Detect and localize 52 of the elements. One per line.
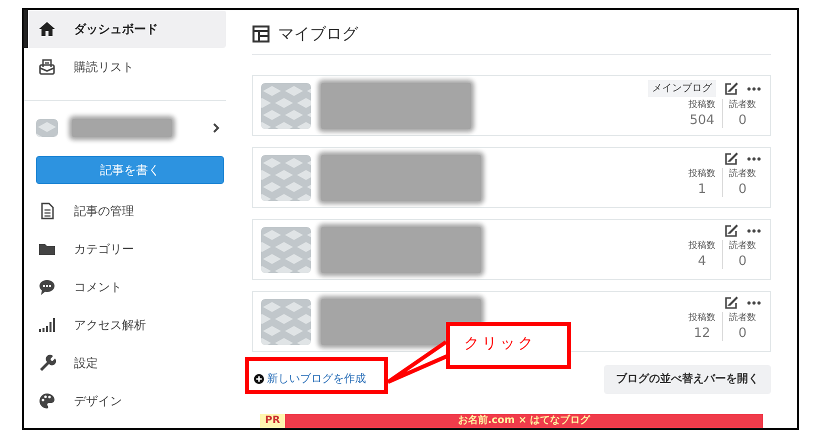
stat-label: 投稿数 [688,312,716,325]
stat-label: 投稿数 [688,99,716,112]
stat-value: 0 [738,326,747,342]
wrench-icon [38,354,56,372]
envelope-icon [38,58,56,76]
stat-label: 投稿数 [688,240,716,253]
stat-value: 1 [698,182,706,198]
blog-thumbnail [261,226,311,272]
signal-bars-icon [38,316,56,334]
sidebar-item[interactable]: ダッシュボード [24,10,226,48]
blog-thumbnail [261,82,311,128]
blog-card[interactable]: 投稿数 4 読者数 0 [252,219,771,280]
sidebar-item[interactable]: 設定 [24,344,226,382]
callout-label: クリック [446,322,571,369]
sidebar-item[interactable]: デザイン [24,382,226,420]
blog-card[interactable]: 投稿数 1 読者数 0 [252,147,771,208]
stat-value: 12 [694,326,710,342]
edit-icon[interactable] [724,82,738,96]
edit-icon[interactable] [724,224,738,238]
blog-thumbnail [261,298,311,344]
chevron-right-icon[interactable] [212,122,220,132]
main-blog-label: メインブログ [648,80,716,97]
sidebar-item[interactable]: カテゴリー [24,230,226,268]
stat-label: 読者数 [729,168,756,181]
stat-value: 0 [738,254,747,270]
sidebar-item[interactable]: 購読リスト [24,48,226,86]
sort-bar-button[interactable]: ブログの並べ替えバーを開く [604,365,771,394]
edit-icon[interactable] [724,152,738,166]
stat-value: 504 [690,112,714,128]
page-title: マイブログ [278,23,358,45]
create-blog-link[interactable]: 新しいブログを作成 [254,371,366,388]
stat-label: 読者数 [729,99,756,112]
plus-circle-icon [254,374,264,384]
stat-label: 読者数 [729,240,756,253]
stat-value: 4 [698,254,706,270]
banner-text: お名前.com × はてなブログ [456,414,592,428]
blog-thumbnail [36,118,58,136]
home-icon [38,20,56,38]
pr-label: PR [260,414,286,428]
stat-label: 投稿数 [688,168,716,181]
stat-label: 読者数 [729,312,756,325]
palette-icon [38,392,56,410]
stat-value: 0 [738,182,747,198]
edit-icon[interactable] [724,296,738,310]
layout-icon [252,25,270,43]
speech-bubble-icon [38,278,56,296]
sidebar-item[interactable]: アクセス解析 [24,306,226,344]
sidebar-item[interactable]: 記事の管理 [24,192,226,230]
sidebar-item[interactable]: コメント [24,268,226,306]
blog-card[interactable]: メインブログ 投稿数 504 読者数 0 [252,75,771,136]
stat-value: 0 [738,112,747,128]
blog-thumbnail [261,154,311,200]
